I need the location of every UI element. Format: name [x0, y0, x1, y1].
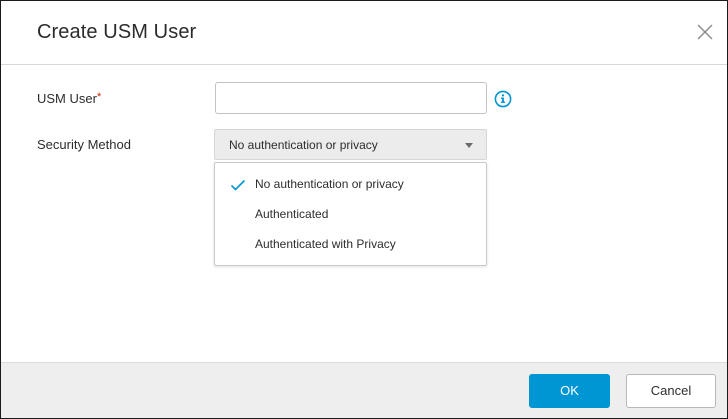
dialog-title: Create USM User [37, 21, 197, 43]
usm-user-label: USM User* [37, 91, 101, 106]
dialog-header: Create USM User [1, 1, 727, 65]
info-icon[interactable] [494, 90, 512, 108]
checkmark-icon [230, 179, 246, 191]
dropdown-option-no-auth[interactable]: No authentication or privacy [215, 169, 486, 199]
usm-user-input[interactable] [215, 82, 487, 114]
dialog-footer: OK Cancel [1, 362, 727, 418]
dropdown-option-label: Authenticated with Privacy [255, 237, 396, 251]
required-marker: * [96, 91, 102, 103]
dropdown-option-label: Authenticated [255, 207, 329, 221]
dropdown-option-authenticated-with-privacy[interactable]: Authenticated with Privacy [215, 229, 486, 259]
security-method-dropdown: No authentication or privacy Authenticat… [214, 162, 487, 266]
cancel-button[interactable]: Cancel [626, 374, 716, 408]
close-icon [697, 24, 713, 40]
security-method-select[interactable]: No authentication or privacy [214, 129, 487, 160]
close-button[interactable] [695, 22, 715, 42]
dropdown-option-label: No authentication or privacy [255, 177, 404, 191]
usm-user-label-text: USM User [37, 91, 97, 106]
ok-button[interactable]: OK [529, 374, 610, 408]
create-usm-user-dialog: Create USM User USM User* Security Metho… [0, 0, 728, 419]
security-method-selected-value: No authentication or privacy [229, 138, 378, 152]
caret-down-icon [465, 143, 473, 148]
security-method-label: Security Method [37, 137, 131, 152]
dropdown-option-authenticated[interactable]: Authenticated [215, 199, 486, 229]
